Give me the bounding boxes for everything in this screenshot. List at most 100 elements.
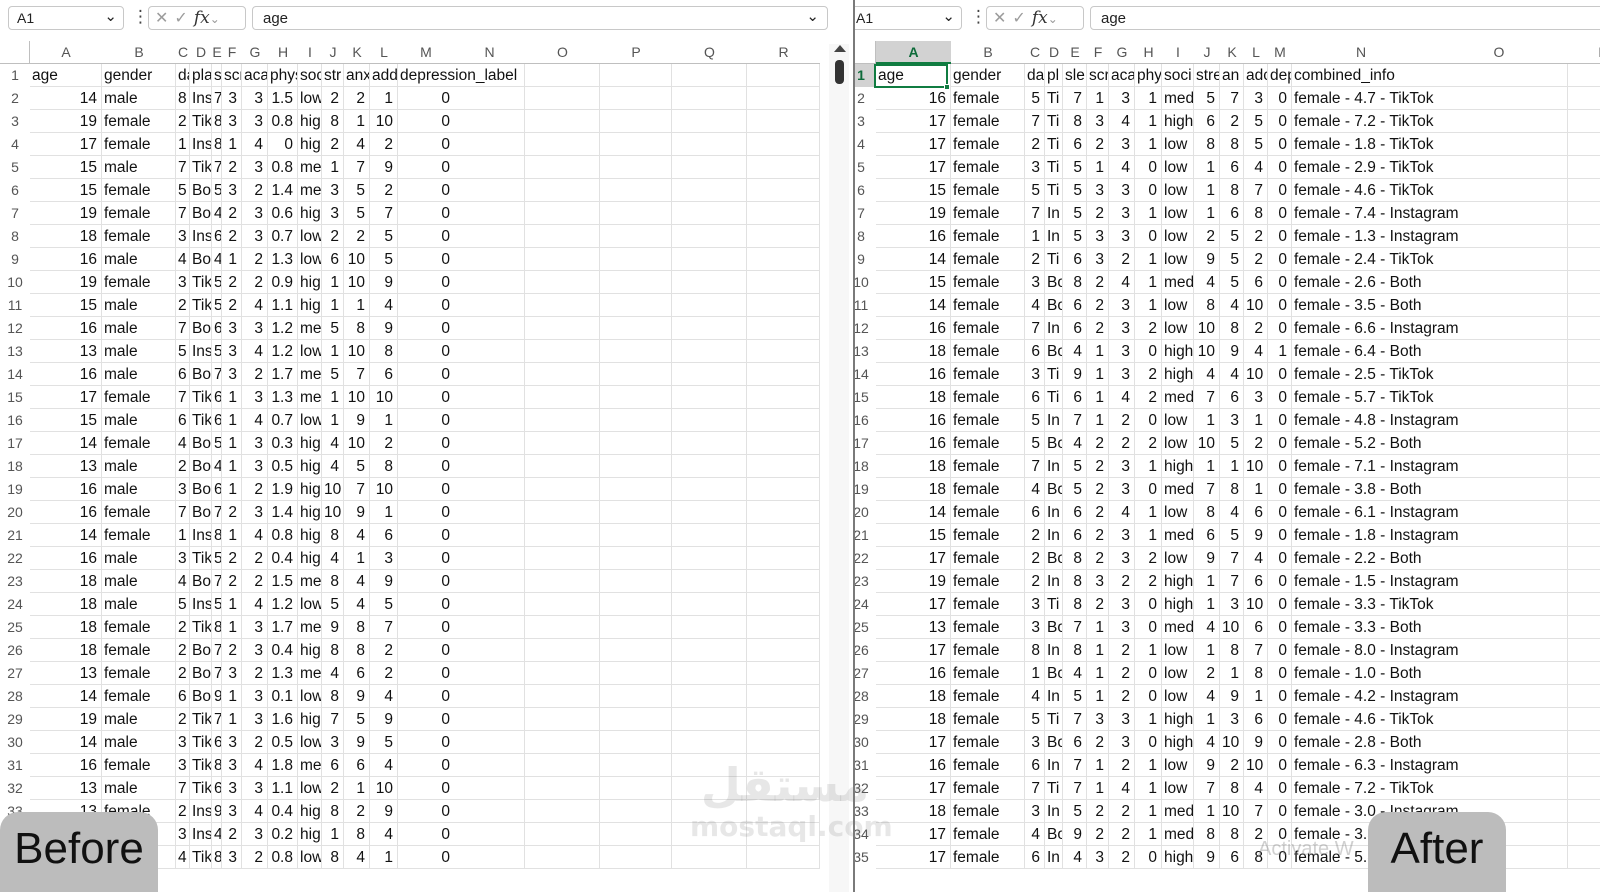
row-header[interactable]: 16 — [855, 409, 876, 432]
data-cell[interactable]: Ins — [190, 593, 212, 616]
data-cell[interactable]: 3 — [1109, 179, 1135, 202]
data-cell[interactable]: 2 — [222, 639, 242, 662]
data-cell[interactable]: Tik — [190, 156, 212, 179]
data-cell[interactable]: In — [1045, 800, 1063, 823]
data-cell[interactable]: 3 — [242, 616, 268, 639]
data-cell[interactable]: 6 — [1063, 386, 1087, 409]
data-cell[interactable]: 7 — [176, 386, 190, 409]
data-cell[interactable]: 3 — [222, 800, 242, 823]
empty-cell[interactable] — [1430, 179, 1568, 202]
data-cell[interactable]: 0 — [398, 639, 454, 662]
data-cell[interactable]: 2 — [1220, 110, 1244, 133]
data-cell[interactable]: 2 — [1109, 846, 1135, 869]
data-cell[interactable]: female — [951, 271, 1025, 294]
data-cell[interactable]: 5 — [212, 340, 222, 363]
data-cell[interactable]: 6 — [212, 317, 222, 340]
data-cell[interactable]: 6 — [1063, 524, 1087, 547]
data-cell[interactable]: female — [102, 110, 176, 133]
data-cell[interactable]: 0 — [1268, 777, 1292, 800]
data-cell[interactable]: 4 — [242, 754, 268, 777]
data-cell[interactable]: female - 1.8 - Instagram — [1292, 524, 1459, 547]
empty-cell[interactable] — [747, 547, 820, 570]
column-header-b[interactable]: B — [102, 41, 176, 64]
data-cell[interactable]: 3 — [176, 754, 190, 777]
data-cell[interactable]: 0 — [398, 294, 454, 317]
data-cell[interactable]: low — [1162, 156, 1194, 179]
empty-cell[interactable] — [1430, 363, 1568, 386]
empty-cell[interactable] — [672, 87, 747, 110]
data-cell[interactable]: 7 — [1194, 777, 1220, 800]
data-cell[interactable]: In — [1045, 570, 1063, 593]
data-cell[interactable]: 5 — [344, 202, 370, 225]
data-cell[interactable]: 1 — [1025, 662, 1045, 685]
data-cell[interactable]: female — [951, 662, 1025, 685]
data-cell[interactable]: 9 — [1194, 248, 1220, 271]
empty-cell[interactable] — [747, 708, 820, 731]
data-cell[interactable]: 7 — [176, 156, 190, 179]
column-header-c[interactable]: C — [1025, 41, 1045, 64]
empty-cell[interactable] — [747, 386, 820, 409]
data-cell[interactable]: 2 — [1025, 524, 1045, 547]
data-cell[interactable]: In — [1045, 501, 1063, 524]
empty-cell[interactable] — [525, 87, 600, 110]
data-cell[interactable]: 7 — [344, 156, 370, 179]
empty-cell[interactable] — [600, 87, 672, 110]
data-cell[interactable]: 1 — [1087, 363, 1109, 386]
data-cell[interactable]: 1 — [322, 823, 344, 846]
data-cell[interactable]: Ins — [190, 823, 212, 846]
data-cell[interactable]: In — [1045, 225, 1063, 248]
empty-cell[interactable] — [747, 800, 820, 823]
data-cell[interactable]: 15 — [876, 524, 951, 547]
data-cell[interactable]: 1 — [322, 271, 344, 294]
data-cell[interactable]: 4 — [242, 593, 268, 616]
data-cell[interactable]: 2 — [222, 225, 242, 248]
row-header[interactable]: 31 — [855, 754, 876, 777]
data-cell[interactable]: 19 — [30, 271, 102, 294]
data-cell[interactable]: 4 — [1109, 110, 1135, 133]
data-cell[interactable]: 2 — [1135, 570, 1162, 593]
data-cell[interactable]: 8 — [1220, 133, 1244, 156]
empty-cell[interactable] — [747, 64, 820, 87]
data-cell[interactable]: 1 — [1087, 340, 1109, 363]
data-cell[interactable]: female - 5.2 - Both — [1292, 432, 1430, 455]
empty-cell[interactable] — [1430, 478, 1568, 501]
data-cell[interactable]: 5 — [1063, 156, 1087, 179]
data-cell[interactable]: 16 — [30, 754, 102, 777]
data-cell[interactable]: 2 — [1087, 317, 1109, 340]
x-icon[interactable]: ✕ — [155, 8, 174, 27]
empty-cell[interactable] — [747, 156, 820, 179]
data-cell[interactable]: female — [951, 823, 1025, 846]
data-cell[interactable]: 1 — [1135, 708, 1162, 731]
data-cell[interactable]: Ti — [1045, 363, 1063, 386]
data-cell[interactable]: med — [1162, 478, 1194, 501]
empty-cell[interactable] — [1568, 754, 1600, 777]
column-header-k[interactable]: K — [344, 41, 370, 64]
data-cell[interactable]: 10 — [344, 432, 370, 455]
row-header[interactable]: 25 — [0, 616, 30, 639]
data-cell[interactable]: 2 — [322, 133, 344, 156]
empty-cell[interactable] — [1568, 409, 1600, 432]
empty-cell[interactable] — [1430, 317, 1568, 340]
data-cell[interactable]: low — [298, 409, 322, 432]
empty-cell[interactable] — [1568, 708, 1600, 731]
data-cell[interactable]: med — [1162, 524, 1194, 547]
data-cell[interactable]: 4 — [1025, 478, 1045, 501]
data-cell[interactable]: female — [951, 708, 1025, 731]
empty-cell[interactable] — [600, 846, 672, 869]
empty-cell[interactable] — [525, 432, 600, 455]
data-cell[interactable]: 4 — [212, 455, 222, 478]
data-cell[interactable]: 17 — [876, 731, 951, 754]
data-cell[interactable]: 7 — [212, 662, 222, 685]
data-cell[interactable]: 3 — [1025, 363, 1045, 386]
empty-cell[interactable] — [1430, 133, 1568, 156]
data-cell[interactable]: low — [1162, 754, 1194, 777]
column-header-j[interactable]: J — [1194, 41, 1220, 64]
data-cell[interactable]: 5 — [1220, 432, 1244, 455]
data-cell[interactable]: 1 — [1244, 478, 1268, 501]
data-cell[interactable]: 7 — [1025, 317, 1045, 340]
data-cell[interactable]: female — [951, 156, 1025, 179]
data-cell[interactable]: 0 — [1268, 800, 1292, 823]
data-cell[interactable]: female — [102, 616, 176, 639]
data-cell[interactable]: 18 — [876, 455, 951, 478]
data-cell[interactable]: 0 — [398, 501, 454, 524]
